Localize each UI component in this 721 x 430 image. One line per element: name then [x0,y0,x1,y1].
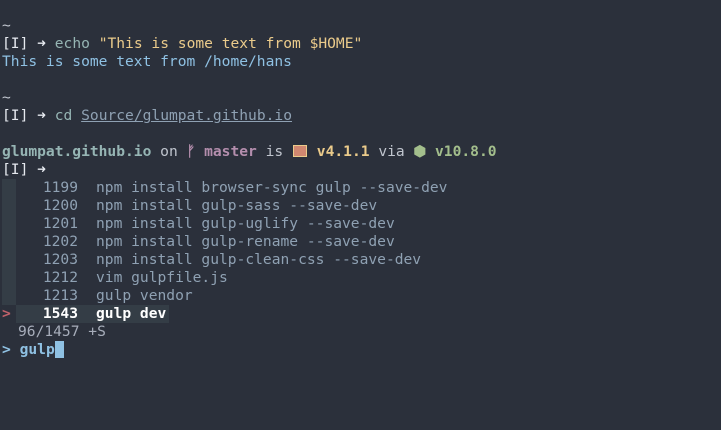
prompt-arrow-icon: ➜ [37,107,46,124]
vi-mode-indicator: [I] [2,161,29,178]
cwd-line: ~ [2,89,721,107]
history-command: npm install gulp-sass --save-dev [96,197,378,214]
history-command: gulp dev [96,305,167,322]
directory-segment: glumpat.github.io [2,143,152,160]
history-item[interactable]: 1203 npm install gulp-clean-css --save-de… [2,251,721,269]
history-number: 1200 [42,197,78,214]
history-number: 1201 [42,215,78,232]
search-query-input[interactable]: gulp [20,341,55,358]
gutter [2,179,16,197]
prompt-line: [I] ➜ echo "This is some text from $HOME… [2,35,721,53]
text-cursor [54,341,64,358]
history-command: npm install gulp-clean-css --save-dev [96,251,422,268]
gutter [2,215,16,233]
terminal-window[interactable]: ~ [I] ➜ echo "This is some text from $HO… [0,0,721,430]
history-item[interactable]: 1199 npm install browser-sync gulp --save… [2,179,721,197]
prompt-line: [I] ➜ [2,161,721,179]
history-item[interactable]: 1200 npm install gulp-sass --save-dev [2,197,721,215]
match-counter: 96/1457 +S [2,323,721,341]
prompt-line: [I] ➜ cd Source/glumpat.github.io [2,107,721,125]
history-number: 1202 [42,233,78,250]
history-command: npm install browser-sync gulp --save-dev [96,179,448,196]
node-version: v10.8.0 [435,143,497,160]
cwd: ~ [2,17,11,34]
command-argument: "This is some text from $HOME" [98,35,363,52]
gutter [2,233,16,251]
history-number: 1543 [42,305,78,322]
history-item[interactable]: 1202 npm install gulp-rename --save-dev [2,233,721,251]
prompt-arrow-icon: ➜ [37,161,46,178]
history-search-list[interactable]: 1199 npm install browser-sync gulp --save… [2,179,721,323]
query-prompt-icon: > [2,341,11,358]
on-label: on [160,143,178,160]
is-label: is [265,143,284,160]
history-command: npm install gulp-uglify --save-dev [96,215,395,232]
vi-mode-indicator: [I] [2,35,29,52]
vi-mode-indicator: [I] [2,107,29,124]
history-command: npm install gulp-rename --save-dev [96,233,395,250]
output-text: This is some text from /home/hans [2,53,292,70]
command-name: cd [54,107,73,124]
command-name: echo [54,35,90,52]
gutter [2,287,16,305]
selected-highlight: 1543 gulp dev [16,305,169,323]
cwd-line: ~ [2,17,721,35]
package-version: v4.1.1 [316,143,370,160]
history-command: vim gulpfile.js [96,269,228,286]
history-item[interactable]: 1213 gulp vendor [2,287,721,305]
history-item[interactable]: 1212 vim gulpfile.js [2,269,721,287]
history-item-selected[interactable]: >1543 gulp dev [2,305,721,323]
path-argument[interactable]: Source/glumpat.github.io [81,107,292,124]
command-output: This is some text from /home/hans [2,53,721,71]
history-number: 1213 [42,287,78,304]
selection-marker-icon: > [2,305,11,322]
prompt-arrow-icon: ➜ [37,35,46,52]
package-icon [293,145,307,157]
git-branch-name: master [204,143,257,160]
gutter [2,269,16,287]
counter-text: 96/1457 +S [18,323,106,340]
history-command: gulp vendor [96,287,193,304]
status-prompt-line: glumpat.github.io on ᚠ master is v4.1.1 … [2,143,721,161]
via-label: via [378,143,405,160]
history-number: 1203 [42,251,78,268]
history-item[interactable]: 1201 npm install gulp-uglify --save-dev [2,215,721,233]
gutter [2,251,16,269]
gutter [2,197,16,215]
history-number: 1199 [42,179,78,196]
nodejs-icon: ⬢ [413,143,427,160]
git-branch-icon: ᚠ [186,143,196,160]
cwd: ~ [2,89,11,106]
history-number: 1212 [42,269,78,286]
search-query-line[interactable]: > gulp [2,341,721,359]
